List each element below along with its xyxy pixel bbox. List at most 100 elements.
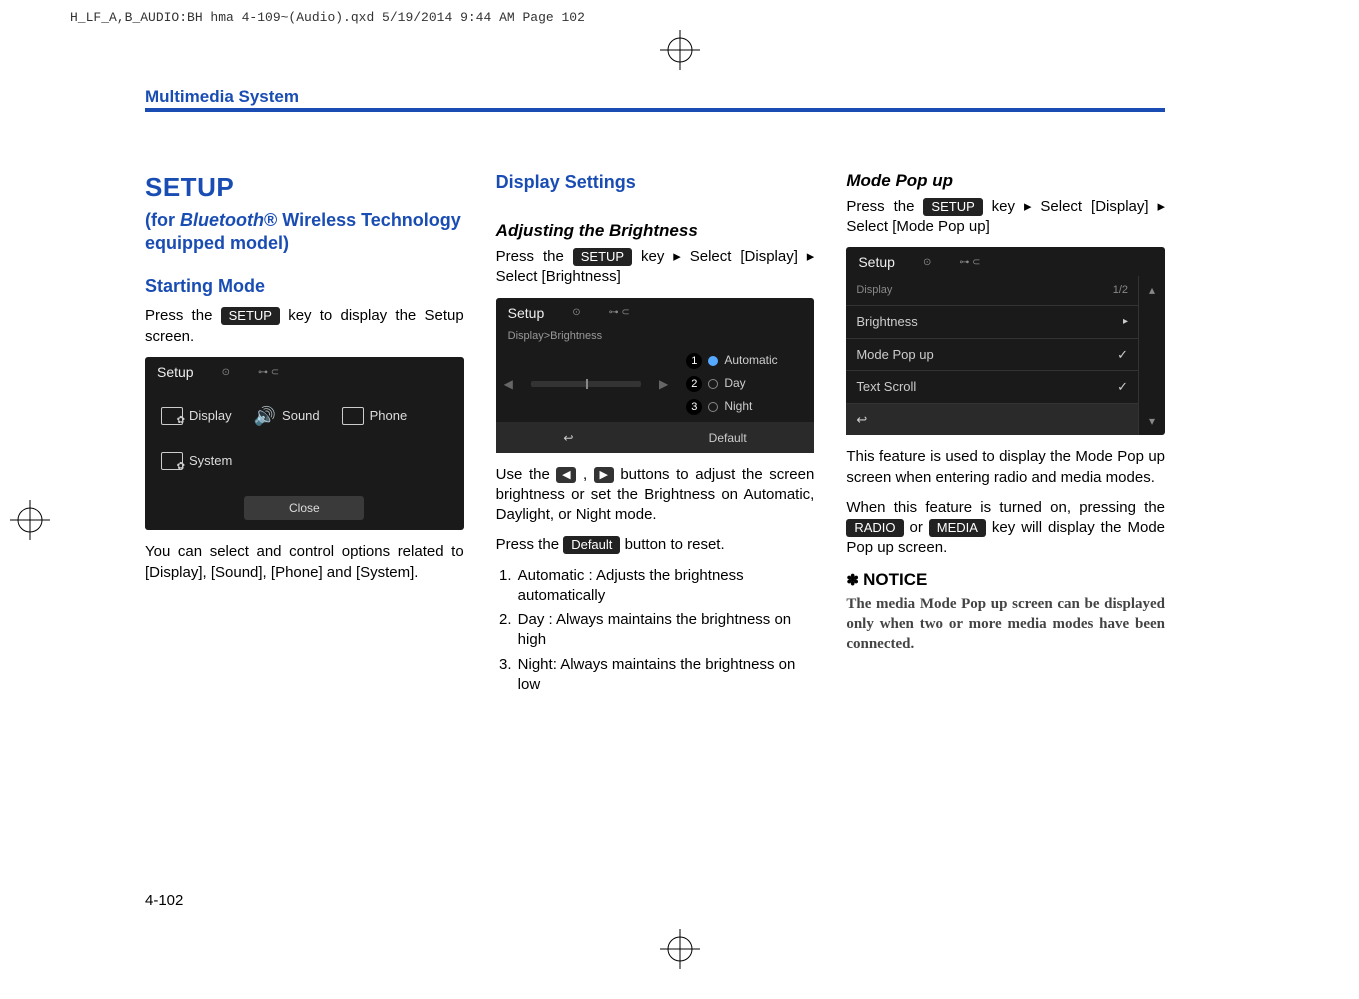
option-label: Night bbox=[724, 399, 752, 413]
list-item: Automatic : Adjusts the brightness autom… bbox=[516, 566, 815, 607]
icon-label: Phone bbox=[370, 407, 408, 425]
section-title: Multimedia System bbox=[145, 87, 299, 107]
screen-body: Display 🔊 Sound Phone System bbox=[145, 386, 464, 530]
radio-off-icon bbox=[708, 379, 718, 389]
option-night[interactable]: 3Night bbox=[686, 398, 806, 415]
list-item: Day : Always maintains the brightness on… bbox=[516, 610, 815, 651]
col1-description: You can select and control options relat… bbox=[145, 542, 464, 583]
text-fragment: When this feature is turned on, pressing… bbox=[846, 499, 1165, 516]
rec-icon: ⊙ bbox=[923, 256, 931, 270]
rec-icon: ⊙ bbox=[572, 306, 580, 320]
screen-titlebar: Setup ⊙ ⊶ ⊂ bbox=[145, 357, 464, 386]
breadcrumb: Display>Brightness bbox=[496, 327, 815, 350]
breadcrumb: Display bbox=[856, 283, 892, 298]
crop-mark-icon bbox=[660, 30, 700, 70]
brightness-description: Use the ◀ , ▶ buttons to adjust the scre… bbox=[496, 465, 815, 526]
column-1: SETUP (for Bluetooth® Wireless Technolog… bbox=[145, 170, 464, 701]
page-number: 4-102 bbox=[145, 892, 183, 909]
brightness-slider[interactable] bbox=[531, 381, 641, 387]
brightness-instruction: Press the SETUP key ▸ Select [Display] ▸… bbox=[496, 247, 815, 288]
setup-key-chip: SETUP bbox=[221, 307, 280, 325]
right-arrow-icon: ▶ bbox=[594, 467, 614, 483]
gear-icon bbox=[161, 452, 183, 470]
text-fragment: Press the bbox=[496, 248, 573, 265]
row-mode-popup[interactable]: Mode Pop up ✓ bbox=[846, 338, 1138, 371]
icon-label: Sound bbox=[282, 407, 320, 425]
radio-off-icon bbox=[708, 402, 718, 412]
file-header: H_LF_A,B_AUDIO:BH hma 4-109~(Audio).qxd … bbox=[70, 10, 585, 25]
usb-icon: ⊶ ⊂ bbox=[959, 256, 980, 270]
icon-label: Display bbox=[189, 407, 232, 425]
subtitle-prefix: (for bbox=[145, 210, 180, 230]
slider-left-arrow[interactable]: ◀ bbox=[504, 376, 513, 392]
mode-popup-instruction: Press the SETUP key ▸ Select [Display] ▸… bbox=[846, 197, 1165, 238]
crop-mark-icon bbox=[660, 929, 700, 969]
screen-title: Setup bbox=[157, 363, 194, 382]
slider-right-arrow[interactable]: ▶ bbox=[659, 376, 668, 392]
icon-label: System bbox=[189, 452, 232, 470]
usb-icon: ⊶ ⊂ bbox=[609, 306, 630, 320]
mode-popup-heading: Mode Pop up bbox=[846, 170, 1165, 193]
mode-popup-screen: Setup ⊙ ⊶ ⊂ Display 1/2 Brightness ▸ Mod… bbox=[846, 247, 1165, 435]
row-text-scroll[interactable]: Text Scroll ✓ bbox=[846, 370, 1138, 403]
adjusting-brightness-heading: Adjusting the Brightness bbox=[496, 220, 815, 243]
notice-body: The media Mode Pop up screen can be disp… bbox=[846, 594, 1165, 655]
text-fragment: Press the bbox=[846, 198, 923, 215]
text-fragment: Press the bbox=[145, 307, 221, 324]
check-icon: ✓ bbox=[1117, 346, 1128, 364]
scroll-down-icon[interactable]: ▾ bbox=[1149, 413, 1155, 429]
sound-icon-button[interactable]: 🔊 Sound bbox=[254, 404, 320, 428]
title-underline bbox=[145, 108, 1165, 112]
text-fragment: button to reset. bbox=[620, 536, 724, 553]
column-2: Display Settings Adjusting the Brightnes… bbox=[496, 170, 815, 701]
asterisk-icon: ✽ bbox=[846, 572, 863, 589]
column-3: Mode Pop up Press the SETUP key ▸ Select… bbox=[846, 170, 1165, 701]
chevron-right-icon: ▸ bbox=[1123, 315, 1128, 329]
phone-icon-button[interactable]: Phone bbox=[342, 404, 408, 428]
row-label: Brightness bbox=[856, 313, 917, 331]
back-button[interactable]: ↩ bbox=[856, 411, 867, 429]
starting-mode-heading: Starting Mode bbox=[145, 274, 464, 298]
mode-popup-description: This feature is used to display the Mode… bbox=[846, 447, 1165, 488]
close-button[interactable]: Close bbox=[244, 496, 364, 520]
screen-title: Setup bbox=[858, 253, 895, 272]
bluetooth-word: Bluetooth bbox=[180, 210, 264, 230]
radio-key-chip: RADIO bbox=[846, 519, 903, 537]
scroll-up-icon[interactable]: ▴ bbox=[1149, 282, 1155, 298]
setup-key-chip: SETUP bbox=[923, 198, 982, 216]
text-fragment: , bbox=[576, 466, 593, 483]
notice-title-text: NOTICE bbox=[863, 570, 927, 589]
speaker-icon: 🔊 bbox=[254, 404, 276, 428]
option-label: Day bbox=[724, 376, 745, 390]
default-key-chip: Default bbox=[563, 536, 620, 554]
setup-key-chip: SETUP bbox=[573, 248, 632, 266]
setup-heading: SETUP bbox=[145, 170, 464, 205]
option-automatic[interactable]: 1Automatic bbox=[686, 352, 806, 369]
starting-mode-text: Press the SETUP key to display the Setup… bbox=[145, 306, 464, 347]
row-label: Mode Pop up bbox=[856, 346, 933, 364]
text-fragment: or bbox=[904, 519, 929, 536]
media-key-chip: MEDIA bbox=[929, 519, 986, 537]
display-icon-button[interactable]: Display bbox=[161, 404, 232, 428]
registered-mark: ® bbox=[264, 210, 277, 230]
display-settings-heading: Display Settings bbox=[496, 170, 815, 194]
row-label: Text Scroll bbox=[856, 378, 916, 396]
radio-on-icon bbox=[708, 356, 718, 366]
brightness-options-list: Automatic : Adjusts the brightness autom… bbox=[496, 566, 815, 696]
list-item: Night: Always maintains the brightness o… bbox=[516, 655, 815, 696]
row-brightness[interactable]: Brightness ▸ bbox=[846, 305, 1138, 338]
default-button[interactable]: Default bbox=[709, 430, 747, 446]
scrollbar[interactable]: ▴ ▾ bbox=[1138, 276, 1165, 435]
check-icon: ✓ bbox=[1117, 378, 1128, 396]
setup-screen: Setup ⊙ ⊶ ⊂ Display 🔊 Sound Pho bbox=[145, 357, 464, 530]
rec-icon: ⊙ bbox=[222, 366, 230, 380]
usb-icon: ⊶ ⊂ bbox=[258, 366, 279, 380]
system-icon-button[interactable]: System bbox=[161, 452, 232, 470]
brightness-screen: Setup ⊙ ⊶ ⊂ Display>Brightness ◀ ▶ 1Auto… bbox=[496, 298, 815, 453]
screen-titlebar: Setup ⊙ ⊶ ⊂ bbox=[846, 247, 1165, 276]
option-label: Automatic bbox=[724, 353, 777, 367]
option-day[interactable]: 2Day bbox=[686, 375, 806, 392]
screen-titlebar: Setup ⊙ ⊶ ⊂ bbox=[496, 298, 815, 327]
mode-popup-keys: When this feature is turned on, pressing… bbox=[846, 498, 1165, 559]
back-button[interactable]: ↩ bbox=[563, 430, 573, 446]
